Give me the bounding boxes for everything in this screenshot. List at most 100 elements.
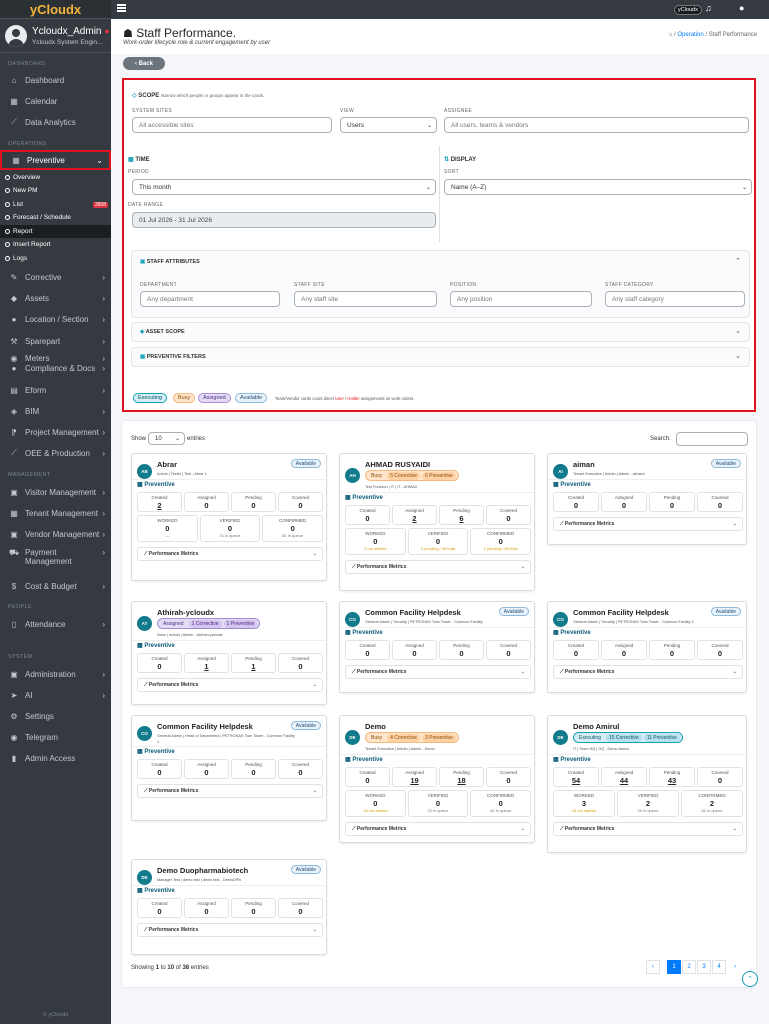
sidebar-item-location[interactable]: ● Location / Section ›: [0, 310, 111, 328]
sidebar-item-settings[interactable]: ⚙ Settings: [0, 707, 111, 725]
sidebar-item-label: Sparepart: [25, 336, 61, 346]
site-switch-button[interactable]: yCloudx: [674, 5, 702, 15]
performance-metrics-toggle[interactable]: ⟋ Performance Metrics ⌄: [137, 784, 323, 798]
pagination-prev[interactable]: ‹: [646, 960, 660, 974]
search-input[interactable]: [676, 432, 748, 446]
stat-created[interactable]: Created 2: [137, 492, 182, 512]
performance-metrics-toggle[interactable]: ⟋ Performance Metrics ⌄: [553, 822, 743, 836]
sidebar-item-dashboard[interactable]: ⌂ Dashboard: [0, 71, 111, 89]
performance-metrics-toggle[interactable]: ⟋ Performance Metrics ⌄: [345, 665, 531, 679]
staff-name[interactable]: Common Facility Helpdesk: [157, 722, 253, 731]
dept-input[interactable]: Any department: [140, 291, 280, 307]
stat-sub: 82 in queue: [282, 533, 304, 538]
sidebar-item-oee[interactable]: ⟋ OEE & Production ›: [0, 444, 111, 462]
asset-scope-section[interactable]: ◈ ASSET SCOPE ⌄: [131, 322, 750, 342]
sub-item-logs[interactable]: Logs: [0, 252, 111, 265]
sub-item-forecast[interactable]: Forecast / Schedule: [0, 211, 111, 224]
sidebar-item-attendance[interactable]: ▯ Attendance ›: [0, 615, 111, 633]
pagination-page-4[interactable]: 4: [712, 960, 726, 974]
sub-item-overview[interactable]: Overview: [0, 171, 111, 184]
stat-assigned[interactable]: Assigned 2: [392, 505, 437, 525]
stat-pending[interactable]: Pending 18: [439, 767, 484, 787]
brand-logo[interactable]: yCloudx: [0, 0, 111, 19]
period-select[interactable]: This month ⌄: [132, 179, 436, 195]
performance-metrics-toggle[interactable]: ⟋ Performance Metrics ⌄: [553, 517, 743, 531]
staff-name[interactable]: Demo Amirul: [573, 722, 619, 731]
sidebar-item-bim[interactable]: ◈ BIM ›: [0, 402, 111, 420]
sites-select[interactable]: All accessible sites: [132, 117, 332, 133]
stat-verified: VERIFIED 0 2 pending / 38 total: [407, 528, 469, 555]
sidebar-item-administration[interactable]: ▣ Administration ›: [0, 665, 111, 683]
circle-icon: [5, 175, 10, 180]
sidebar-item-sparepart[interactable]: ⚒ Sparepart ›: [0, 332, 111, 350]
view-select[interactable]: Users ⌄: [340, 117, 437, 133]
performance-metrics-toggle[interactable]: ⟋ Performance Metrics ⌄: [137, 678, 323, 692]
performance-metrics-toggle[interactable]: ⟋ Performance Metrics ⌄: [137, 923, 323, 937]
sub-item-report[interactable]: Report: [0, 225, 111, 238]
sidebar-item-cost[interactable]: $ Cost & Budget ›: [0, 577, 111, 595]
preventive-filters-section[interactable]: ▦ PREVENTIVE FILTERS ⌄: [131, 347, 750, 367]
performance-metrics-toggle[interactable]: ⟋ Performance Metrics ⌄: [345, 822, 531, 836]
staff-attributes-header[interactable]: ▣ STAFF ATTRIBUTES: [140, 259, 200, 265]
stat-assigned[interactable]: Assigned 44: [601, 767, 647, 787]
staff-name[interactable]: Athirah-ycloudx: [157, 608, 214, 617]
staff-name[interactable]: Common Facility Helpdesk: [573, 608, 669, 617]
stat-pending[interactable]: Pending 43: [649, 767, 695, 787]
user-panel[interactable]: Ycloudx_Admin ● Ycloudx System Engin...: [0, 19, 111, 53]
sidebar-item-ai[interactable]: ➤ AI ›: [0, 686, 111, 704]
position-input[interactable]: Any position: [450, 291, 592, 307]
staff-name[interactable]: Demo Duopharmabiotech: [157, 866, 248, 875]
sub-item-new-pm[interactable]: New PM: [0, 184, 111, 197]
sidebar-item-corrective[interactable]: ✎ Corrective ›: [0, 268, 111, 286]
staff-name[interactable]: AHMAD RUSYAIDI: [365, 460, 430, 469]
stat-assigned[interactable]: Assigned 19: [392, 767, 437, 787]
scroll-to-top-button[interactable]: ⌃: [742, 971, 758, 987]
breadcrumb-operation[interactable]: Operation: [677, 32, 703, 38]
pagination-page-3[interactable]: 3: [697, 960, 711, 974]
entries-select[interactable]: 10 ⌄: [148, 432, 185, 445]
pagination-page-2[interactable]: 2: [682, 960, 696, 974]
performance-metrics-toggle[interactable]: ⟋ Performance Metrics ⌄: [345, 560, 531, 574]
sidebar-item-assets[interactable]: ◆ Assets ›: [0, 289, 111, 307]
stat-value: 0: [251, 907, 256, 916]
sidebar-item-project[interactable]: ⁋ Project Management ›: [0, 423, 111, 441]
pagination-page-1[interactable]: 1: [667, 960, 681, 974]
stat-value: 0: [157, 907, 162, 916]
chevron-up-icon[interactable]: ⌃: [735, 257, 741, 265]
sub-item-list[interactable]: List 3908: [0, 198, 111, 211]
pagination-next[interactable]: ›: [728, 960, 742, 974]
staff-name[interactable]: Demo: [365, 722, 386, 731]
staffsite-input[interactable]: Any staff site: [294, 291, 437, 307]
calendar-icon: ▦: [137, 749, 143, 755]
stat-assigned[interactable]: Assigned 1: [184, 653, 229, 673]
assignee-input[interactable]: All users, teams & vendors: [444, 117, 749, 133]
staff-name[interactable]: aiman: [573, 460, 595, 469]
performance-metrics-toggle[interactable]: ⟋ Performance Metrics ⌄: [553, 665, 743, 679]
performance-metrics-toggle[interactable]: ⟋ Performance Metrics ⌄: [137, 547, 323, 561]
sidebar-item-analytics[interactable]: ⟋ Data Analytics: [0, 113, 111, 131]
sort-select[interactable]: Name (A–Z) ⌄: [444, 179, 752, 195]
sidebar-item-tenant[interactable]: ▦ Tenant Management ›: [0, 504, 111, 522]
bell-icon[interactable]: ♫: [705, 3, 712, 13]
hamburger-menu-icon[interactable]: [117, 4, 126, 12]
sidebar-item-telegram[interactable]: ◉ Telegram: [0, 728, 111, 746]
sidebar-item-admin-access[interactable]: ▮ Admin Access: [0, 749, 111, 767]
category-input[interactable]: Any staff category: [605, 291, 745, 307]
stat-created[interactable]: Created 54: [553, 767, 599, 787]
sidebar-item-payment[interactable]: ⛟ Payment Management ›: [0, 548, 111, 570]
daterange-field[interactable]: 01 Jul 2026 - 31 Jul 2026: [132, 212, 436, 228]
stat-pending[interactable]: Pending 6: [439, 505, 484, 525]
staff-name[interactable]: Abrar: [157, 460, 177, 469]
stat-pending[interactable]: Pending 1: [231, 653, 276, 673]
sidebar-item-eform[interactable]: ▤ Eform ›: [0, 381, 111, 399]
home-icon[interactable]: ⌂: [669, 32, 673, 38]
sidebar-item-visitor[interactable]: ▣ Visitor Management ›: [0, 483, 111, 501]
sidebar-item-calendar[interactable]: ▦ Calendar: [0, 92, 111, 110]
user-menu-icon[interactable]: ●: [739, 3, 744, 13]
sidebar-item-vendor[interactable]: ▣ Vendor Management ›: [0, 525, 111, 543]
staff-name[interactable]: Common Facility Helpdesk: [365, 608, 461, 617]
sub-item-insert-report[interactable]: Insert Report: [0, 238, 111, 251]
sidebar-item-preventive[interactable]: ▦ Preventive ⌄: [0, 150, 111, 170]
sidebar-item-compliance[interactable]: ● Compliance & Docs ›: [0, 362, 111, 374]
back-button[interactable]: ‹ Back: [123, 57, 165, 70]
